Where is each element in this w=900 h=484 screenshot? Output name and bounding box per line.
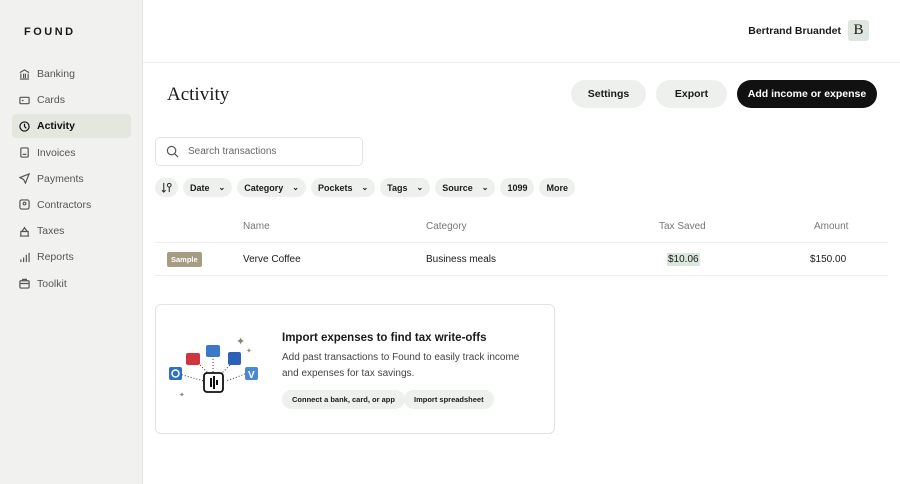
search-input[interactable]: Search transactions [155, 137, 363, 166]
svg-text:✦: ✦ [236, 336, 245, 348]
filter-1099[interactable]: 1099 [500, 178, 535, 197]
search-placeholder: Search transactions [188, 146, 277, 157]
label: Pockets [317, 182, 353, 193]
sidebar-item-invoices[interactable]: Invoices [12, 141, 131, 165]
label: Invoices [37, 146, 76, 159]
sidebar-item-payments[interactable]: Payments [12, 167, 131, 191]
sidebar-item-toolkit[interactable]: Toolkit [12, 272, 131, 296]
filter-source[interactable]: Source ⌄ [435, 178, 496, 197]
user-name: Bertrand Bruandet [748, 24, 841, 37]
add-income-expense-button[interactable]: Add income or expense [737, 80, 877, 108]
logo: FOUND [24, 26, 76, 38]
chevron-down-icon: ⌄ [481, 183, 489, 192]
clock-icon [19, 121, 30, 132]
filter-bar: Date ⌄ Category ⌄ Pockets ⌄ Tags ⌄ Source ⌄ 1… [155, 178, 575, 197]
avatar[interactable]: B [848, 20, 869, 41]
sidebar-item-taxes[interactable]: Taxes [12, 219, 131, 243]
label: Contractors [37, 198, 92, 211]
user-menu[interactable]: Bertrand Bruandet B [748, 20, 869, 41]
settings-button[interactable]: Settings [571, 80, 646, 108]
integrations-illustration-icon: V ✦✦✦ [169, 336, 258, 399]
connect-account-button[interactable]: Connect a bank, card, or app [282, 390, 405, 409]
sidebar-item-reports[interactable]: Reports [12, 245, 131, 269]
sample-badge: Sample [167, 252, 202, 267]
chevron-down-icon: ⌄ [292, 183, 299, 192]
chevron-down-icon: ⌄ [416, 183, 424, 192]
label: Tags [387, 182, 408, 193]
invoice-icon [20, 147, 29, 158]
government-icon [19, 226, 30, 237]
page-title: Activity [167, 84, 230, 105]
sidebar-item-contractors[interactable]: Contractors [12, 193, 131, 217]
sort-icon [161, 182, 172, 193]
import-spreadsheet-button[interactable]: Import spreadsheet [404, 390, 494, 409]
chevron-down-icon: ⌄ [218, 183, 226, 192]
search-icon [166, 145, 179, 158]
label: Date [190, 182, 210, 193]
column-header-name[interactable]: Name [243, 221, 270, 232]
label: Activity [37, 120, 75, 133]
filter-tags[interactable]: Tags ⌄ [380, 178, 431, 197]
label: Payments [37, 172, 84, 185]
bank-icon [19, 68, 30, 80]
bar-chart-icon [20, 252, 30, 262]
sidebar-item-banking[interactable]: Banking [12, 62, 131, 86]
import-description: Add past transactions to Found to easily… [282, 352, 520, 379]
label: Source [442, 182, 473, 193]
send-icon [19, 173, 30, 185]
briefcase-icon [19, 278, 30, 289]
import-card: V ✦ ✦ ✦ Import expenses to find tax write-… [155, 304, 555, 434]
sidebar-item-cards[interactable]: Cards [12, 88, 131, 112]
label: Reports [37, 251, 74, 264]
sort-button[interactable] [155, 178, 178, 197]
column-header-category[interactable]: Category [426, 221, 467, 232]
label: Banking [37, 68, 75, 80]
card-icon [19, 96, 30, 104]
svg-text:✦: ✦ [246, 347, 252, 355]
label: Toolkit [37, 277, 67, 290]
filter-date[interactable]: Date ⌄ [183, 178, 233, 197]
contractor-icon [19, 199, 30, 211]
column-header-tax-saved[interactable]: Tax Saved [659, 221, 706, 232]
filter-category[interactable]: Category ⌄ [237, 178, 306, 197]
top-bar: Bertrand Bruandet B [143, 0, 900, 63]
row-name: Verve Coffee [243, 254, 301, 265]
label: Taxes [37, 225, 65, 238]
row-tax-saved: $10.06 [667, 253, 700, 266]
label: Category [244, 182, 284, 193]
sidebar: FOUND Banking Cards Activity Invoices Pa… [0, 0, 143, 484]
sidebar-item-activity[interactable]: Activity [12, 114, 131, 139]
filter-pockets[interactable]: Pockets ⌄ [310, 178, 376, 197]
column-header-amount[interactable]: Amount [814, 221, 848, 232]
svg-text:✦: ✦ [179, 391, 185, 399]
row-amount: $150.00 [810, 254, 847, 265]
svg-text:V: V [248, 370, 255, 381]
export-button[interactable]: Export [656, 80, 727, 108]
row-category: Business meals [426, 254, 497, 265]
filter-more[interactable]: More [539, 178, 575, 197]
label: Cards [37, 94, 66, 107]
import-title: Import expenses to find tax write-offs [282, 332, 487, 344]
sidebar-nav: Banking Cards Activity Invoices Payments… [12, 62, 131, 298]
chevron-down-icon: ⌄ [361, 183, 369, 192]
